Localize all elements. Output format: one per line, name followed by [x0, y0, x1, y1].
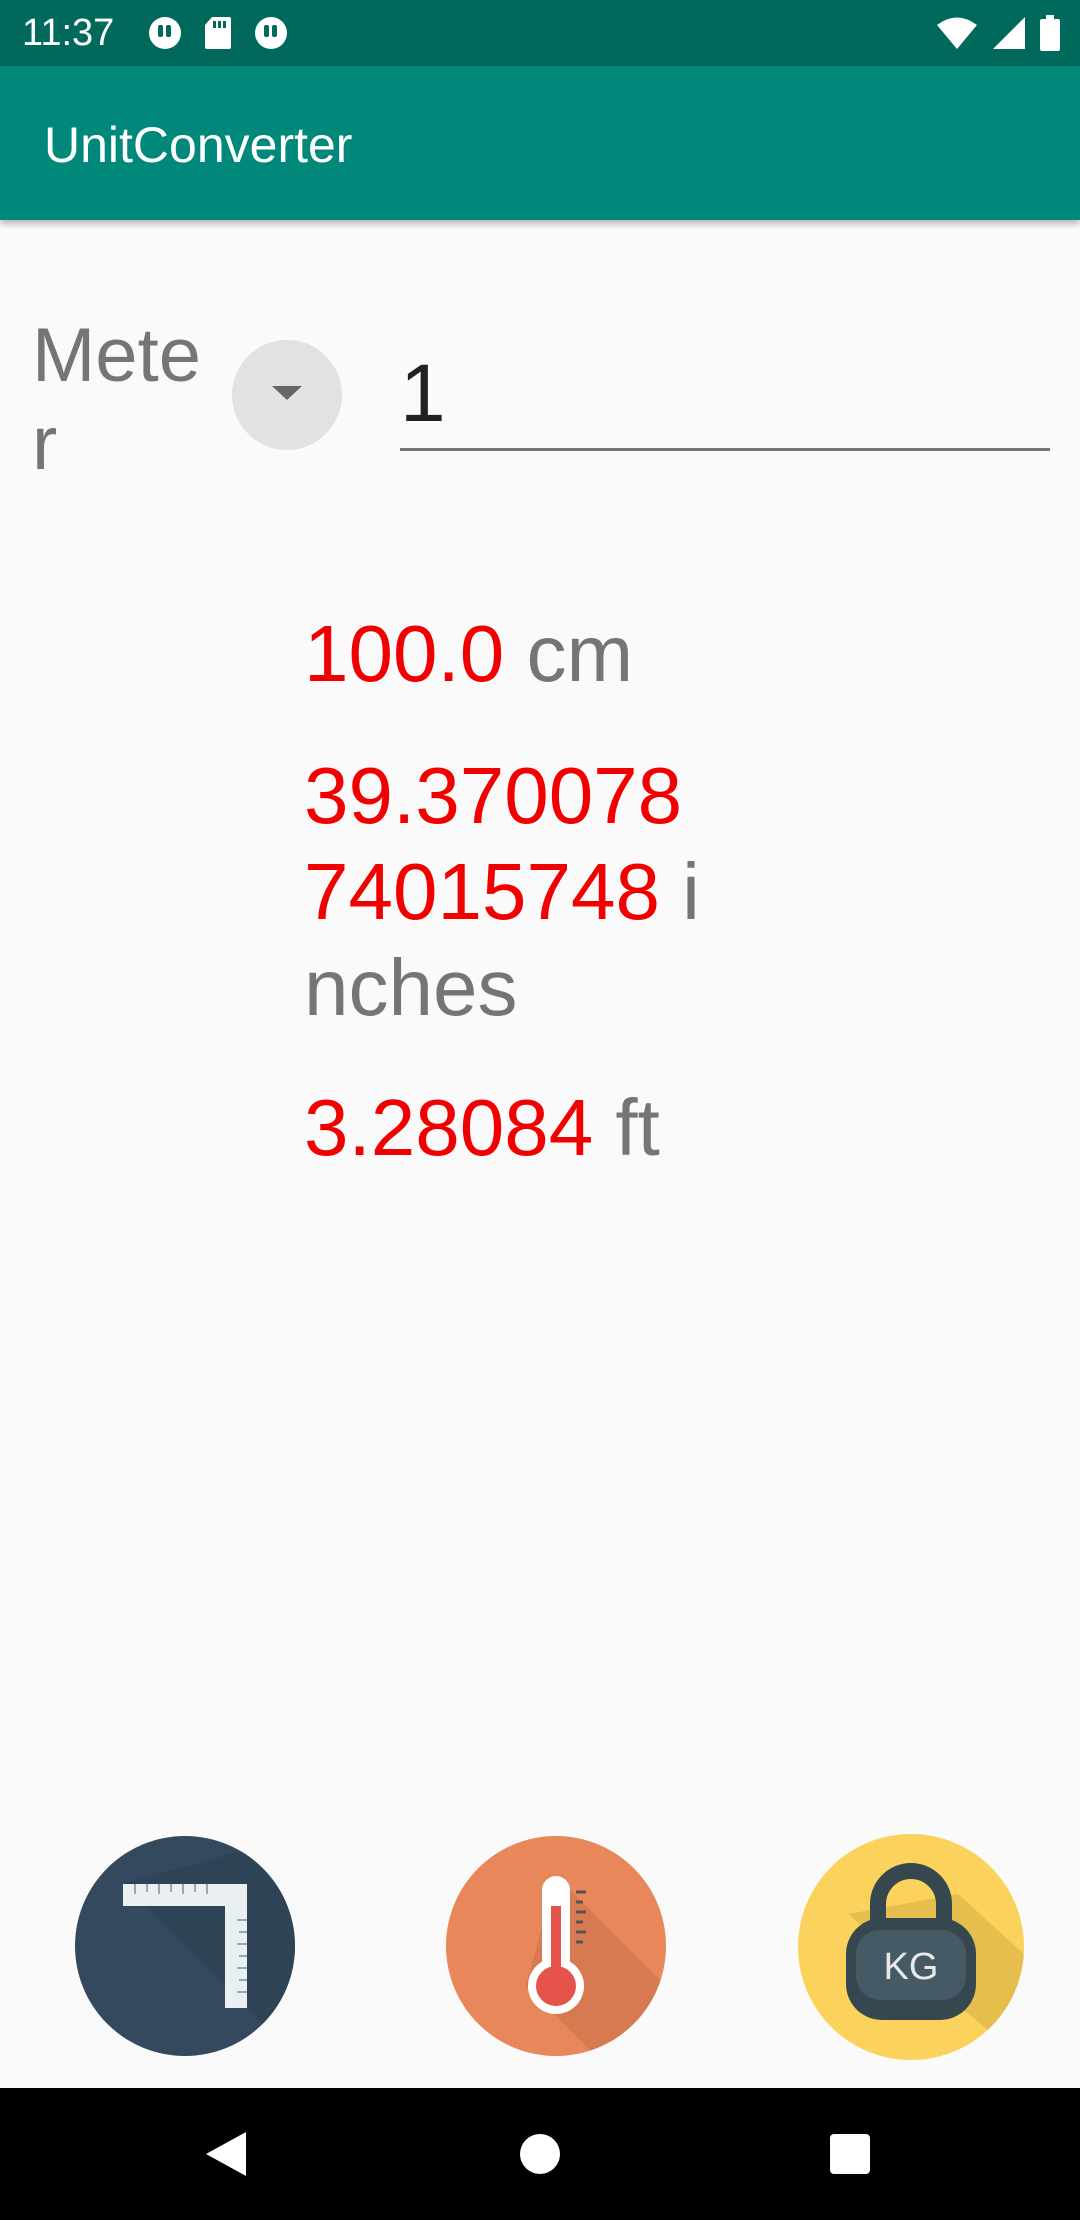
- sd-card-icon: [205, 17, 231, 49]
- weight-category-button[interactable]: KG: [798, 1834, 1024, 2060]
- notification-app-icon: [149, 17, 181, 49]
- result-value: 39.37007874015748: [304, 751, 683, 936]
- result-unit: cm: [526, 609, 634, 698]
- home-icon[interactable]: [520, 2134, 560, 2174]
- ruler-icon: [123, 1836, 295, 2056]
- kettlebell-label: KG: [884, 1946, 939, 1988]
- recents-icon[interactable]: [830, 2134, 870, 2174]
- signal-icon: [993, 17, 1025, 49]
- unit-spinner-dropdown[interactable]: [232, 340, 342, 450]
- unit-spinner-label[interactable]: Meter: [32, 312, 212, 488]
- app-bar: UnitConverter: [0, 66, 1080, 220]
- value-input[interactable]: [400, 340, 1050, 451]
- back-icon[interactable]: [204, 2130, 248, 2178]
- status-time: 11:37: [22, 12, 115, 54]
- kettlebell-icon: KG: [846, 1863, 1024, 2060]
- result-unit: ft: [615, 1083, 660, 1172]
- thermometer-icon: [526, 1876, 666, 2056]
- status-notification-icons: [148, 14, 288, 52]
- result-value: 100.0: [304, 609, 505, 698]
- length-category-button[interactable]: [75, 1836, 295, 2056]
- result-value: 3.28084: [304, 1083, 594, 1172]
- dropdown-arrow-icon: [272, 386, 302, 400]
- status-system-icons: [936, 14, 1060, 52]
- navigation-bar: [0, 2088, 1080, 2220]
- result-row: 3.28084 ft: [304, 1080, 660, 1176]
- temperature-category-button[interactable]: [446, 1836, 666, 2056]
- wifi-icon: [937, 17, 977, 49]
- battery-icon: [1040, 15, 1060, 51]
- app-title: UnitConverter: [44, 117, 353, 173]
- result-row: 100.0 cm: [304, 606, 633, 702]
- status-bar: 11:37: [0, 0, 1080, 66]
- result-row: 39.37007874015748 inches: [304, 748, 724, 1036]
- notification-app-icon: [255, 17, 287, 49]
